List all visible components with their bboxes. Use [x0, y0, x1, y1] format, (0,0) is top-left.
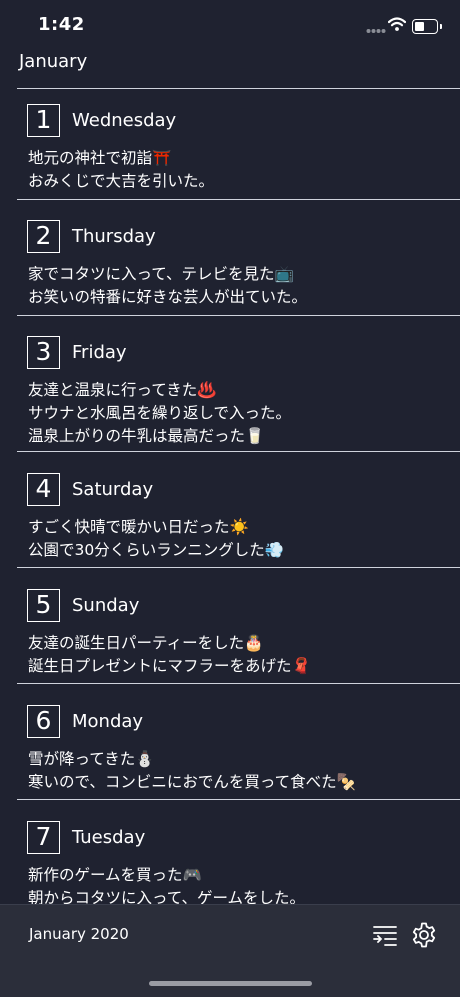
entry-line: 友達と温泉に行ってきた♨️ [28, 381, 217, 399]
diary-entry[interactable]: 3 Friday 友達と温泉に行ってきた♨️ サウナと水風呂を繰り返しで入った。… [0, 320, 460, 450]
date-number: 7 [27, 821, 60, 854]
entry-line: 公園で30分くらいランニングした💨 [28, 541, 285, 559]
entry-line: 家でコタツに入って、テレビを見た📺 [28, 265, 294, 283]
sort-list-icon[interactable] [371, 921, 399, 949]
entry-line: 雪が降ってきた⛄ [28, 750, 155, 768]
battery-icon [412, 19, 442, 34]
weekday-label: Tuesday [72, 827, 146, 848]
status-bar: 1:42 [0, 0, 460, 52]
entry-text: 友達と温泉に行ってきた♨️ サウナと水風呂を繰り返しで入った。 温泉上がりの牛乳… [28, 379, 448, 448]
date-number: 4 [27, 473, 60, 506]
date-number: 1 [27, 104, 60, 137]
entry-line: 友達の誕生日パーティーをした🎂 [28, 634, 264, 652]
entry-line: おみくじで大吉を引いた。 [28, 172, 215, 190]
entry-line: 地元の神社で初詣⛩️ [28, 149, 172, 167]
list-divider [17, 567, 460, 568]
month-title: January [19, 51, 88, 72]
entry-line: 誕生日プレゼントにマフラーをあげた🧣 [28, 657, 311, 675]
list-divider [17, 451, 460, 452]
diary-list[interactable]: 1 Wednesday 地元の神社で初詣⛩️ おみくじで大吉を引いた。 2 Th… [0, 88, 460, 904]
entry-text: 新作のゲームを買った🎮 朝からコタツに入って、ゲームをした。 [28, 864, 448, 904]
entry-line: 朝からコタツに入って、ゲームをした。 [28, 889, 305, 904]
cellular-signal-icon [366, 29, 386, 33]
entry-text: 地元の神社で初詣⛩️ おみくじで大吉を引いた。 [28, 147, 448, 193]
entry-line: サウナと水風呂を繰り返しで入った。 [28, 404, 292, 422]
date-number: 2 [27, 220, 60, 253]
date-number: 5 [27, 589, 60, 622]
wifi-icon [388, 17, 406, 31]
entry-line: お笑いの特番に好きな芸人が出ていた。 [28, 288, 308, 306]
entry-text: 友達の誕生日パーティーをした🎂 誕生日プレゼントにマフラーをあげた🧣 [28, 632, 448, 678]
entry-text: すごく快晴で暖かい日だった☀️ 公園で30分くらいランニングした💨 [28, 516, 448, 562]
weekday-label: Saturday [72, 479, 154, 500]
list-divider [17, 799, 460, 800]
diary-entry[interactable]: 7 Tuesday 新作のゲームを買った🎮 朝からコタツに入って、ゲームをした。 [0, 805, 460, 904]
weekday-label: Monday [72, 711, 144, 732]
entry-line: 温泉上がりの牛乳は最高だった🥛 [28, 427, 265, 445]
weekday-label: Friday [72, 342, 127, 363]
list-divider [17, 199, 460, 200]
diary-entry[interactable]: 2 Thursday 家でコタツに入って、テレビを見た📺 お笑いの特番に好きな芸… [0, 204, 460, 315]
gear-icon[interactable] [410, 921, 438, 949]
bottom-bar: January 2020 [0, 904, 460, 997]
diary-entry[interactable]: 5 Sunday 友達の誕生日パーティーをした🎂 誕生日プレゼントにマフラーをあ… [0, 573, 460, 684]
diary-entry[interactable]: 4 Saturday すごく快晴で暖かい日だった☀️ 公園で30分くらいランニン… [0, 457, 460, 568]
status-time: 1:42 [38, 14, 85, 35]
entry-line: 寒いので、コンビニにおでんを買って食べた🍢 [28, 773, 356, 791]
entry-text: 雪が降ってきた⛄ 寒いので、コンビニにおでんを買って食べた🍢 [28, 748, 448, 794]
weekday-label: Thursday [72, 226, 156, 247]
date-number: 6 [27, 705, 60, 738]
current-month-label: January 2020 [29, 925, 129, 943]
weekday-label: Wednesday [72, 110, 177, 131]
list-divider [17, 315, 460, 316]
entry-text: 家でコタツに入って、テレビを見た📺 お笑いの特番に好きな芸人が出ていた。 [28, 263, 448, 309]
date-number: 3 [27, 336, 60, 369]
diary-entry[interactable]: 6 Monday 雪が降ってきた⛄ 寒いので、コンビニにおでんを買って食べた🍢 [0, 689, 460, 800]
list-divider [17, 683, 460, 684]
weekday-label: Sunday [72, 595, 140, 616]
entry-line: 新作のゲームを買った🎮 [28, 866, 202, 884]
diary-entry[interactable]: 1 Wednesday 地元の神社で初詣⛩️ おみくじで大吉を引いた。 [0, 88, 460, 199]
home-indicator[interactable] [149, 981, 312, 986]
entry-line: すごく快晴で暖かい日だった☀️ [28, 518, 249, 536]
